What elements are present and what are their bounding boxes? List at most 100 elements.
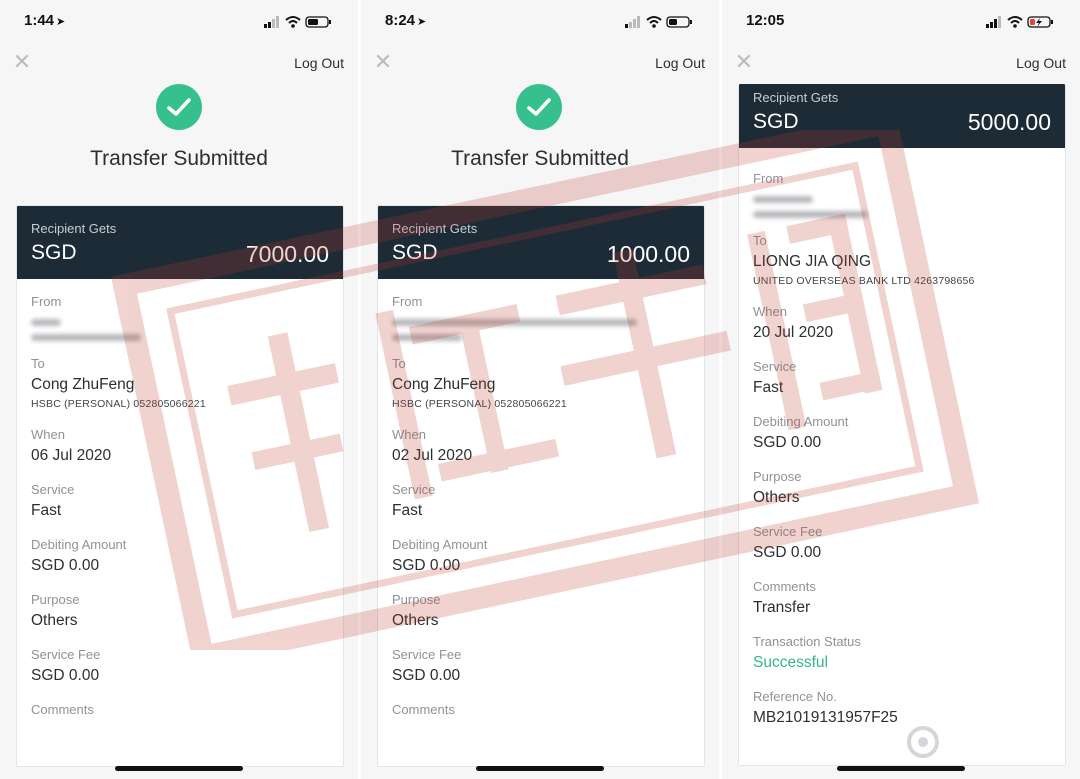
comments-label: Comments [31, 702, 94, 717]
reference-label: Reference No. [753, 689, 837, 704]
when-value: 20 Jul 2020 [753, 324, 834, 341]
transaction-status-field: Transaction Status Successful [753, 633, 1051, 674]
recipient-gets-header: Recipient Gets SGD 5000.00 [739, 84, 1065, 148]
purpose-field: Purpose Others [392, 591, 690, 632]
comments-field: Comments [31, 701, 329, 719]
phone-screen-3: 12:05 ✕ Log Out Recipient Gets SGD 5000.… [722, 0, 1080, 779]
recipient-gets-header: Recipient Gets SGD 7000.00 [17, 206, 343, 279]
to-field: To Cong ZhuFeng HSBC (PERSONAL) 05280506… [392, 355, 690, 412]
purpose-value: Others [31, 612, 78, 629]
debiting-field: Debiting Amount SGD 0.00 [31, 536, 329, 577]
to-bank-account: HSBC (PERSONAL) 052805066221 [392, 398, 567, 410]
comments-field: Comments [392, 701, 690, 719]
redacted-from-account [392, 334, 462, 341]
service-field: Service Fast [753, 358, 1051, 399]
service-value: Fast [31, 502, 62, 519]
signal-icon [986, 16, 1001, 28]
from-field: From [392, 293, 690, 341]
battery-icon [666, 16, 692, 28]
debiting-field: Debiting Amount SGD 0.00 [753, 413, 1051, 454]
transfer-details-card: Recipient Gets SGD 1000.00 From To Cong … [377, 205, 705, 767]
fee-label: Service Fee [753, 524, 823, 539]
comments-label: Comments [753, 579, 816, 594]
wifi-icon [646, 16, 662, 28]
to-label: To [753, 233, 767, 248]
currency-code: SGD [753, 110, 799, 133]
close-icon[interactable]: ✕ [734, 51, 754, 73]
wifi-icon [1007, 16, 1023, 28]
logout-button[interactable]: Log Out [294, 55, 344, 71]
signal-icon [264, 16, 279, 28]
recipient-gets-label: Recipient Gets [392, 221, 478, 236]
to-field: To LIONG JIA QING UNITED OVERSEAS BANK L… [753, 232, 1051, 289]
debiting-label: Debiting Amount [31, 537, 127, 552]
debiting-value: SGD 0.00 [31, 557, 100, 574]
to-label: To [31, 356, 45, 371]
home-indicator[interactable] [476, 766, 604, 771]
to-bank-account: HSBC (PERSONAL) 052805066221 [31, 398, 206, 410]
recipient-gets-label: Recipient Gets [31, 221, 117, 236]
nav-bar: ✕ Log Out [0, 46, 358, 80]
transfer-details-card: Recipient Gets SGD 5000.00 From To LIONG… [738, 84, 1066, 766]
from-label: From [753, 171, 784, 186]
purpose-label: Purpose [31, 592, 80, 607]
location-arrow-icon: ➤ [417, 16, 427, 28]
from-field: From [31, 293, 329, 341]
purpose-value: Others [753, 489, 800, 506]
when-field: When 02 Jul 2020 [392, 426, 690, 467]
system-status-icons [625, 16, 692, 28]
fee-value: SGD 0.00 [392, 667, 461, 684]
status-time-wrap: 8:24 ➤ [385, 12, 426, 29]
system-status-icons [264, 16, 331, 28]
logout-button[interactable]: Log Out [655, 55, 705, 71]
debiting-value: SGD 0.00 [392, 557, 461, 574]
to-label: To [392, 356, 406, 371]
home-indicator[interactable] [115, 766, 243, 771]
comments-value: Transfer [753, 599, 811, 616]
transfer-amount: 1000.00 [606, 241, 690, 267]
phone-screen-2: 8:24 ➤ ✕ Log Out Transfer Submitted Recip… [361, 0, 719, 779]
from-label: From [392, 294, 423, 309]
from-field: From [753, 170, 1051, 218]
fee-field: Service Fee SGD 0.00 [392, 646, 690, 687]
transaction-status-label: Transaction Status [753, 634, 861, 649]
redacted-from-account [753, 211, 868, 218]
debiting-label: Debiting Amount [392, 537, 488, 552]
comments-field: Comments Transfer [753, 578, 1051, 619]
system-status-icons [986, 16, 1053, 28]
home-indicator[interactable] [837, 766, 965, 771]
close-icon[interactable]: ✕ [373, 51, 393, 73]
purpose-label: Purpose [392, 592, 441, 607]
recipient-gets-label: Recipient Gets [753, 90, 839, 105]
close-icon[interactable]: ✕ [12, 51, 32, 73]
reference-field: Reference No. MB21019131957F25 [753, 688, 1051, 729]
signal-icon [625, 16, 640, 28]
debiting-value: SGD 0.00 [753, 434, 822, 451]
fee-label: Service Fee [31, 647, 101, 662]
currency-code: SGD [392, 241, 438, 264]
redacted-from-account [31, 334, 141, 341]
checkmark-icon [167, 98, 191, 116]
redacted-from-account [392, 319, 637, 326]
debiting-field: Debiting Amount SGD 0.00 [392, 536, 690, 577]
checkmark-icon [527, 98, 551, 116]
transfer-details-card: Recipient Gets SGD 7000.00 From To Cong … [16, 205, 344, 767]
debiting-label: Debiting Amount [753, 414, 849, 429]
recipient-gets-header: Recipient Gets SGD 1000.00 [378, 206, 704, 279]
fee-value: SGD 0.00 [31, 667, 100, 684]
purpose-field: Purpose Others [753, 468, 1051, 509]
purpose-label: Purpose [753, 469, 802, 484]
to-name: LIONG JIA QING [753, 253, 871, 270]
nav-bar: ✕ Log Out [722, 46, 1080, 80]
to-bank-account: UNITED OVERSEAS BANK LTD 4263798656 [753, 275, 975, 287]
logout-button[interactable]: Log Out [1016, 55, 1066, 71]
service-value: Fast [753, 379, 784, 396]
when-field: When 06 Jul 2020 [31, 426, 329, 467]
to-field: To Cong ZhuFeng HSBC (PERSONAL) 05280506… [31, 355, 329, 412]
status-time: 12:05 [746, 12, 785, 29]
success-check-badge [156, 84, 202, 130]
status-time-wrap: 1:44 ➤ [24, 12, 65, 29]
page-title: Transfer Submitted [451, 147, 629, 170]
page-title: Transfer Submitted [90, 147, 268, 170]
success-check-badge [516, 84, 562, 130]
